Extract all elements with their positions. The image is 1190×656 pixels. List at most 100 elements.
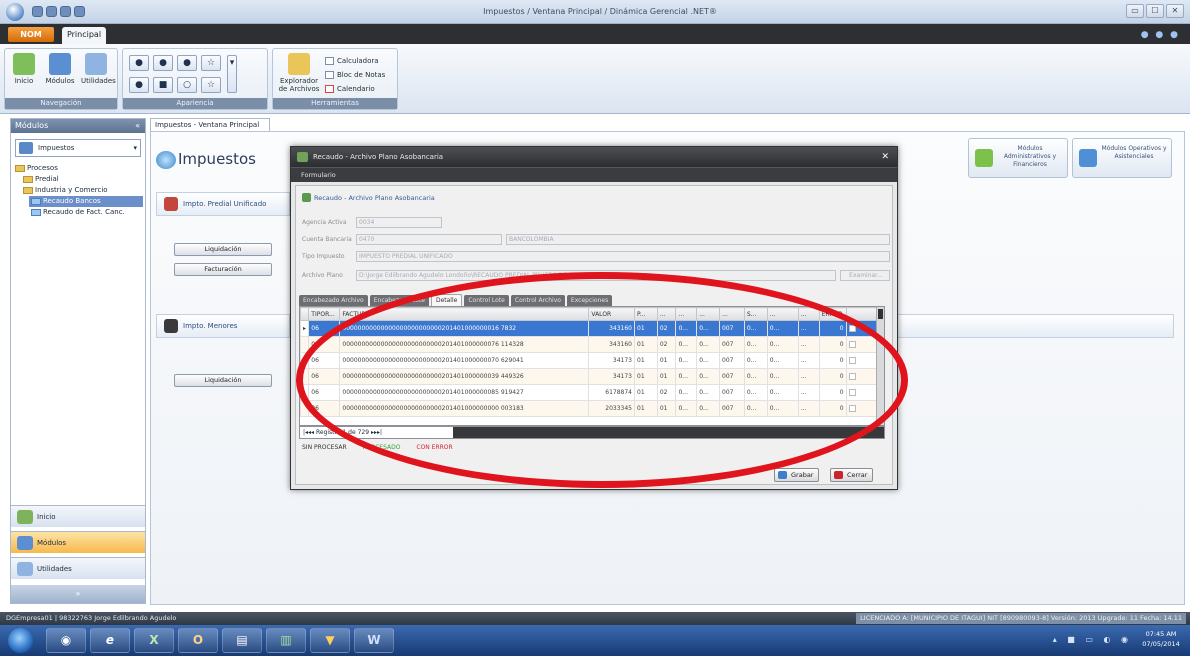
- table-cell-c1[interactable]: 01: [634, 352, 658, 369]
- table-row[interactable]: 06 00000000000000000000000000201401000000…: [300, 400, 884, 417]
- col-c3[interactable]: ...: [675, 307, 698, 321]
- table-cell-c2[interactable]: 02: [656, 336, 677, 353]
- table-cell-err[interactable]: 0: [818, 400, 847, 417]
- table-cell-tipo[interactable]: 06: [308, 368, 341, 385]
- table-row[interactable]: 06 00000000000000000000000000201401000000…: [300, 384, 884, 401]
- table-cell-c7[interactable]: 0...: [766, 336, 799, 353]
- taskbar-app6[interactable]: ▥: [266, 628, 306, 653]
- table-cell-c8[interactable]: ...: [797, 336, 820, 353]
- style-light-icon[interactable]: ○: [177, 77, 197, 93]
- scrollbar-thumb[interactable]: [878, 309, 883, 319]
- table-cell-c4[interactable]: 0...: [696, 384, 721, 401]
- table-cell-valor[interactable]: 343160: [588, 320, 635, 337]
- checkbox-icon[interactable]: [848, 341, 856, 348]
- table-cell-c7[interactable]: 0...: [766, 384, 799, 401]
- table-cell-c3[interactable]: 0...: [675, 384, 698, 401]
- cerrar-button[interactable]: Cerrar: [830, 468, 874, 482]
- table-cell-err[interactable]: 0: [818, 384, 847, 401]
- table-cell-c6[interactable]: 0...: [743, 352, 768, 369]
- section-menores[interactable]: Impto. Menores: [156, 314, 290, 338]
- col-factura[interactable]: FACTURA: [339, 307, 590, 321]
- nav-modulos[interactable]: Módulos: [11, 531, 145, 553]
- gallery-scroll-icon[interactable]: ▾: [227, 55, 237, 93]
- checkbox-icon[interactable]: [848, 389, 856, 396]
- section-predial[interactable]: Impto. Predial Unificado: [156, 192, 290, 216]
- close-window-button[interactable]: ✕: [1166, 4, 1184, 18]
- table-cell-c4[interactable]: 0...: [696, 320, 721, 337]
- table-cell-c5[interactable]: 007: [719, 320, 745, 337]
- table-cell-c3[interactable]: 0...: [675, 352, 698, 369]
- table-cell-c5[interactable]: 007: [719, 336, 745, 353]
- checkbox-icon[interactable]: [848, 373, 856, 380]
- style-blue-icon[interactable]: ●: [153, 55, 173, 71]
- ribbon-calculadora-button[interactable]: Calculadora: [325, 57, 379, 65]
- tree-item-recaudo-bancos[interactable]: Recaudo Bancos: [29, 196, 143, 207]
- application-menu-button[interactable]: NOM: [8, 27, 54, 42]
- table-cell-c8[interactable]: ...: [797, 368, 820, 385]
- table-cell-c2[interactable]: 02: [656, 320, 677, 337]
- col-c5[interactable]: ...: [719, 307, 745, 321]
- table-cell-c8[interactable]: ...: [797, 400, 820, 417]
- taskbar-clock[interactable]: 07:45 AM 07/05/2014: [1138, 629, 1184, 649]
- tree-item-industria[interactable]: Industria y Comercio: [21, 185, 143, 196]
- app-orb-icon[interactable]: [6, 3, 24, 21]
- style-star2-icon[interactable]: ☆: [201, 77, 221, 93]
- table-row[interactable]: 06 00000000000000000000000000201401000000…: [300, 336, 884, 353]
- style-black-icon[interactable]: ●: [129, 55, 149, 71]
- predial-facturacion-button[interactable]: Facturación: [174, 263, 272, 276]
- table-cell-c8[interactable]: ...: [797, 352, 820, 369]
- document-tab[interactable]: Impuestos - Ventana Principal: [150, 118, 270, 132]
- ribbon-utilidades-button[interactable]: Utilidades: [81, 53, 116, 85]
- grid-vertical-scrollbar[interactable]: [876, 307, 884, 425]
- table-cell-c8[interactable]: ...: [797, 320, 820, 337]
- style-star-icon[interactable]: ☆: [201, 55, 221, 71]
- taskbar-word[interactable]: W: [354, 628, 394, 653]
- table-cell-c3[interactable]: 0...: [675, 336, 698, 353]
- quick-access-print-icon[interactable]: [74, 6, 85, 17]
- col-tipo[interactable]: TIPOR...: [308, 307, 341, 321]
- table-cell-c7[interactable]: 0...: [766, 400, 799, 417]
- ribbon-explorer-button[interactable]: Explorador de Archivos: [277, 53, 321, 93]
- dialog-menu-formulario[interactable]: Formulario: [291, 167, 897, 182]
- table-cell-c7[interactable]: 0...: [766, 320, 799, 337]
- nav-inicio[interactable]: Inicio: [11, 505, 145, 527]
- panel-pin-icon[interactable]: «: [135, 119, 140, 133]
- start-button[interactable]: [8, 628, 33, 653]
- table-cell-c3[interactable]: 0...: [675, 400, 698, 417]
- table-cell-c3[interactable]: 0...: [675, 320, 698, 337]
- pager-nav-first-icon[interactable]: |◂◂◂: [303, 429, 314, 436]
- table-cell-tipo[interactable]: 06: [308, 336, 341, 353]
- table-cell-c4[interactable]: 0...: [696, 368, 721, 385]
- tree-item-predial[interactable]: Predial: [21, 174, 143, 185]
- checkbox-icon[interactable]: [848, 357, 856, 364]
- ribbon-help-icons[interactable]: ● ● ●: [1141, 30, 1180, 40]
- table-cell-valor[interactable]: 343160: [588, 336, 635, 353]
- table-cell-c6[interactable]: 0...: [743, 368, 768, 385]
- table-cell-c2[interactable]: 01: [656, 368, 677, 385]
- col-c2[interactable]: ...: [656, 307, 677, 321]
- quick-access-redo-icon[interactable]: [60, 6, 71, 17]
- quick-access-save-icon[interactable]: [32, 6, 43, 17]
- taskbar-chrome[interactable]: ◉: [46, 628, 86, 653]
- table-cell-factura[interactable]: 0000000000000000000000000020140100000007…: [339, 352, 590, 369]
- dialog-close-icon[interactable]: ✕: [881, 147, 889, 167]
- maximize-button[interactable]: ☐: [1146, 4, 1164, 18]
- taskbar-app5[interactable]: ▤: [222, 628, 262, 653]
- table-cell-factura[interactable]: 0000000000000000000000000020140100000008…: [339, 384, 590, 401]
- table-cell-c2[interactable]: 01: [656, 400, 677, 417]
- table-cell-err[interactable]: 0: [818, 320, 847, 337]
- checkbox-icon[interactable]: [848, 405, 856, 412]
- table-cell-c2[interactable]: 01: [656, 352, 677, 369]
- archivo-field[interactable]: D:\Jorge Edilbrando Agudelo Londoño\RECA…: [356, 270, 836, 281]
- quick-access-undo-icon[interactable]: [46, 6, 57, 17]
- nav-utilidades[interactable]: Utilidades: [11, 557, 145, 579]
- table-cell-tipo[interactable]: 06: [308, 400, 341, 417]
- menores-liquidacion-button[interactable]: Liquidación: [174, 374, 272, 387]
- taskbar-excel[interactable]: X: [134, 628, 174, 653]
- table-cell-valor[interactable]: 6178874: [588, 384, 635, 401]
- nav-overflow-button[interactable]: »: [11, 585, 145, 603]
- table-cell-factura[interactable]: 0000000000000000000000000020140100000007…: [339, 336, 590, 353]
- table-cell-c4[interactable]: 0...: [696, 352, 721, 369]
- table-cell-tipo[interactable]: 06: [308, 384, 341, 401]
- tab-detalle[interactable]: Detalle: [430, 294, 463, 306]
